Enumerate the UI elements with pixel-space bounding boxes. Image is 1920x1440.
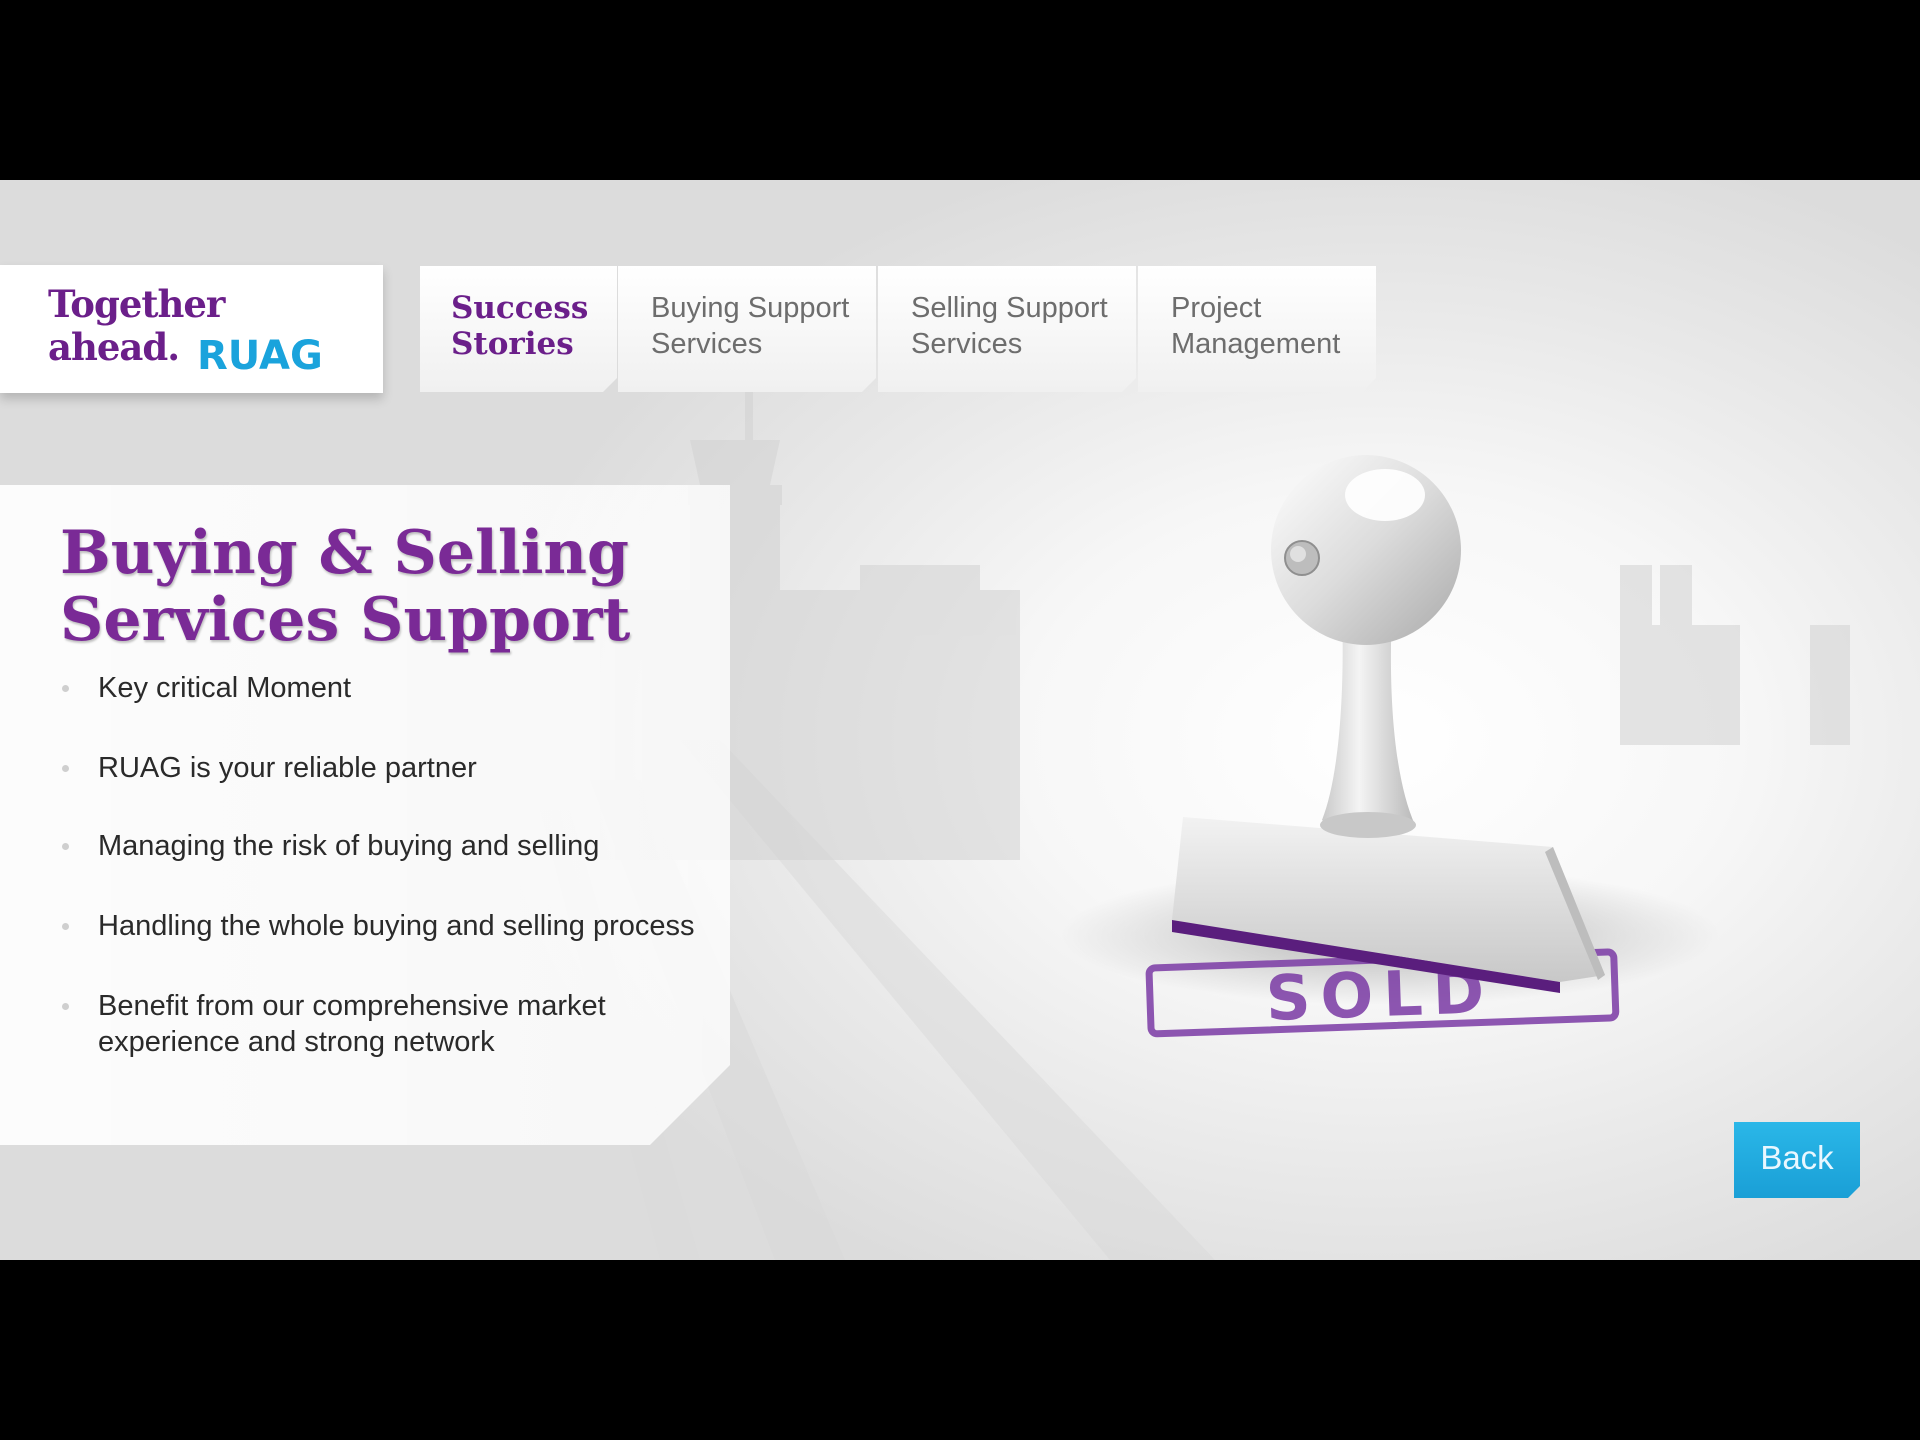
tab-label: Buying Support Services — [651, 292, 850, 360]
list-item: RUAG is your reliable partner — [60, 750, 695, 786]
list-item-text: RUAG is your reliable partner — [98, 752, 477, 784]
list-item: Managing the risk of buying and selling — [60, 828, 695, 864]
presentation-slide: SOLD Together ahead. RUAG Success Storie… — [0, 180, 1920, 1260]
page-title: Buying & Selling Services Support — [60, 518, 631, 655]
bullet-list: Key critical Moment RUAG is your reliabl… — [60, 670, 695, 1060]
back-button[interactable]: Back — [1734, 1122, 1860, 1198]
list-item-text: Key critical Moment — [98, 672, 352, 704]
bullet-dot-icon — [62, 765, 69, 772]
list-item-text: Handling the whole buying and selling pr… — [98, 910, 695, 942]
list-item-text: Benefit from our comprehensive market ex… — [98, 990, 606, 1058]
tab-selling-support-services[interactable]: Selling Support Services — [878, 266, 1136, 392]
tab-buying-support-services[interactable]: Buying Support Services — [618, 266, 876, 392]
tab-label: Project Management — [1171, 292, 1341, 360]
rubber-stamp-icon: SOLD — [1060, 455, 1720, 1038]
logo-wordmark: RUAG — [197, 333, 323, 379]
tab-label: Success Stories — [451, 290, 589, 362]
bullet-dot-icon — [62, 843, 69, 850]
airport-skyline — [600, 385, 1850, 860]
bullet-dot-icon — [62, 1003, 69, 1010]
logo[interactable]: Together ahead. RUAG — [0, 265, 383, 393]
list-item-text: Managing the risk of buying and selling — [98, 830, 600, 862]
list-item: Handling the whole buying and selling pr… — [60, 908, 695, 944]
list-item: Benefit from our comprehensive market ex… — [60, 988, 695, 1060]
tab-success-stories[interactable]: Success Stories — [420, 266, 617, 392]
tab-label: Selling Support Services — [911, 292, 1108, 360]
bullet-dot-icon — [62, 685, 69, 692]
list-item: Key critical Moment — [60, 670, 695, 706]
tab-project-management[interactable]: Project Management — [1138, 266, 1376, 392]
bullet-dot-icon — [62, 923, 69, 930]
